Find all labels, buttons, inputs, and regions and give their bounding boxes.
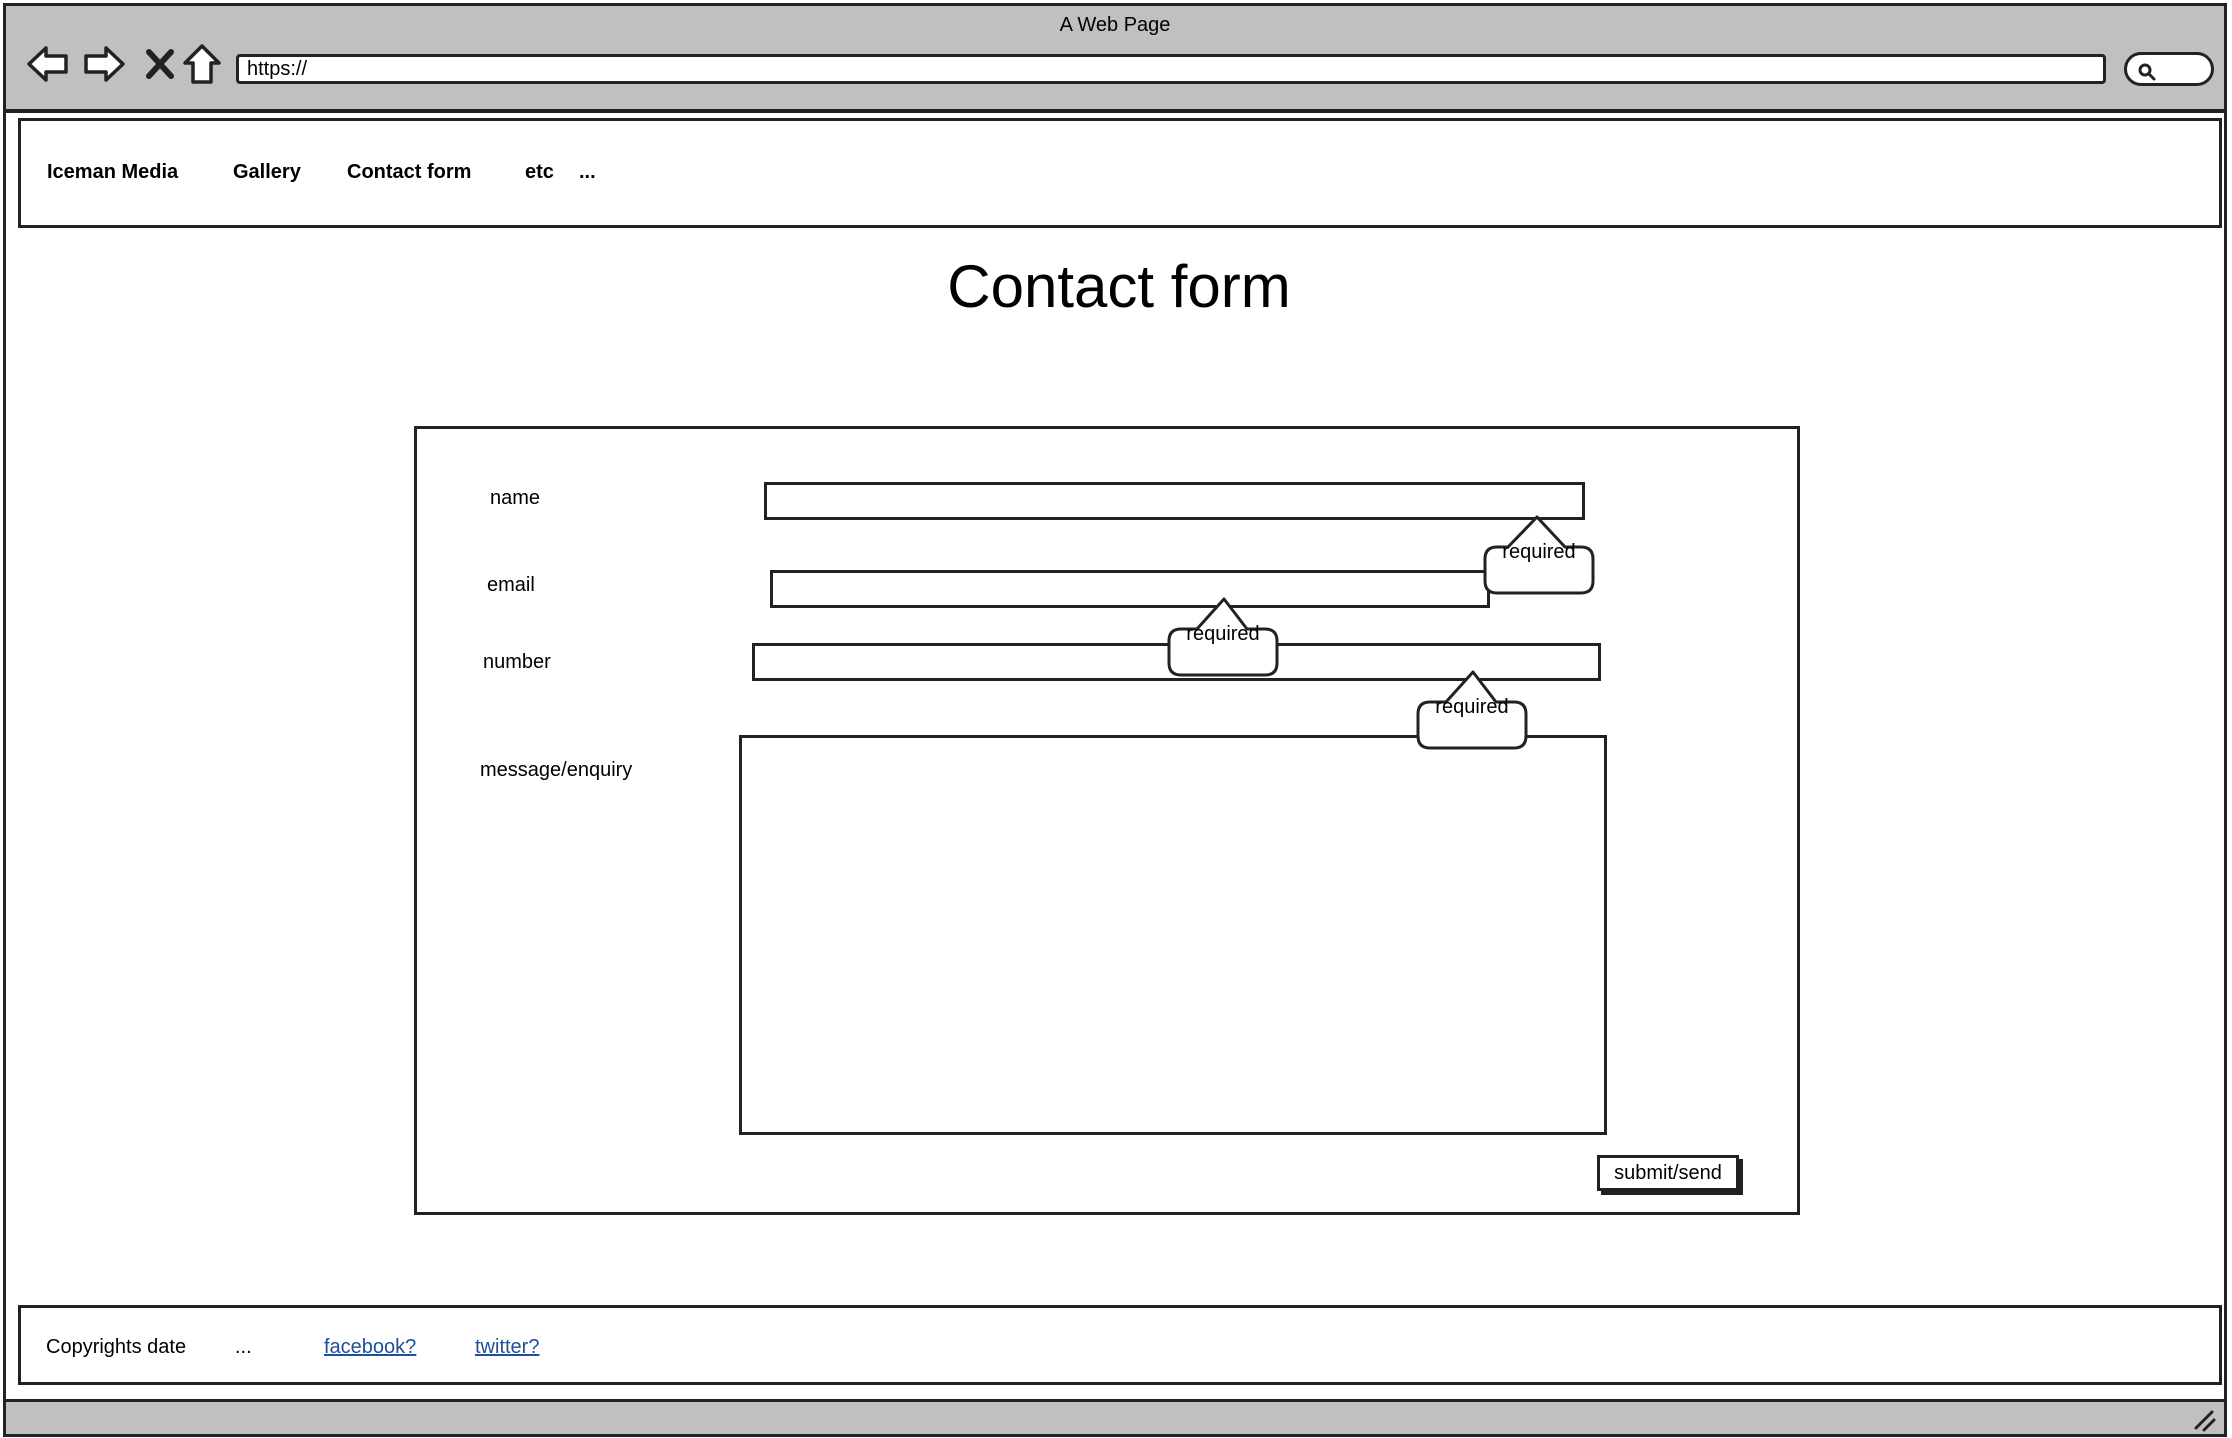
nav-item-etc[interactable]: etc <box>525 161 554 184</box>
forward-arrow-icon[interactable] <box>80 40 128 88</box>
browser-window: A Web Page https:// Iceman Media Gallery… <box>3 3 2227 1437</box>
name-label: name <box>490 487 541 509</box>
browser-statusbar <box>6 1399 2224 1434</box>
footer: Copyrights date ... facebook? twitter? <box>18 1305 2222 1385</box>
footer-ellipsis: ... <box>235 1336 252 1358</box>
back-arrow-icon[interactable] <box>24 40 72 88</box>
window-title: A Web Page <box>1059 14 1171 36</box>
top-navigation: Iceman Media Gallery Contact form etc ..… <box>18 118 2222 228</box>
nav-brand[interactable]: Iceman Media <box>47 161 178 184</box>
page-title: Contact form <box>947 253 1291 320</box>
callout-text: required <box>1435 696 1509 718</box>
number-label: number <box>483 651 551 673</box>
nav-item-gallery[interactable]: Gallery <box>233 161 301 184</box>
message-textarea[interactable] <box>739 735 1607 1135</box>
message-required-callout: required <box>1416 670 1528 750</box>
browser-search-box[interactable] <box>2124 52 2214 86</box>
copyright-text: Copyrights date <box>46 1336 187 1358</box>
facebook-link[interactable]: facebook? <box>324 1336 416 1359</box>
email-input[interactable] <box>770 570 1490 608</box>
resize-grip-icon[interactable] <box>2192 1408 2216 1432</box>
submit-button[interactable]: submit/send <box>1597 1155 1739 1191</box>
close-icon[interactable] <box>136 40 184 88</box>
name-input[interactable] <box>764 482 1585 520</box>
url-bar[interactable]: https:// <box>236 54 2106 84</box>
nav-item-contact-form[interactable]: Contact form <box>347 161 471 184</box>
email-label: email <box>487 574 535 596</box>
name-required-callout: required <box>1483 515 1595 595</box>
search-icon <box>2138 63 2156 81</box>
browser-titlebar: A Web Page https:// <box>6 6 2224 113</box>
twitter-link[interactable]: twitter? <box>475 1336 539 1359</box>
message-label: message/enquiry <box>480 759 633 781</box>
email-required-callout: required <box>1167 597 1279 677</box>
contact-form: name email number message/enquiry requir… <box>414 426 1800 1215</box>
callout-text: required <box>1502 541 1576 563</box>
home-icon[interactable] <box>178 40 226 88</box>
callout-text: required <box>1186 623 1260 645</box>
nav-item-more[interactable]: ... <box>579 161 596 184</box>
